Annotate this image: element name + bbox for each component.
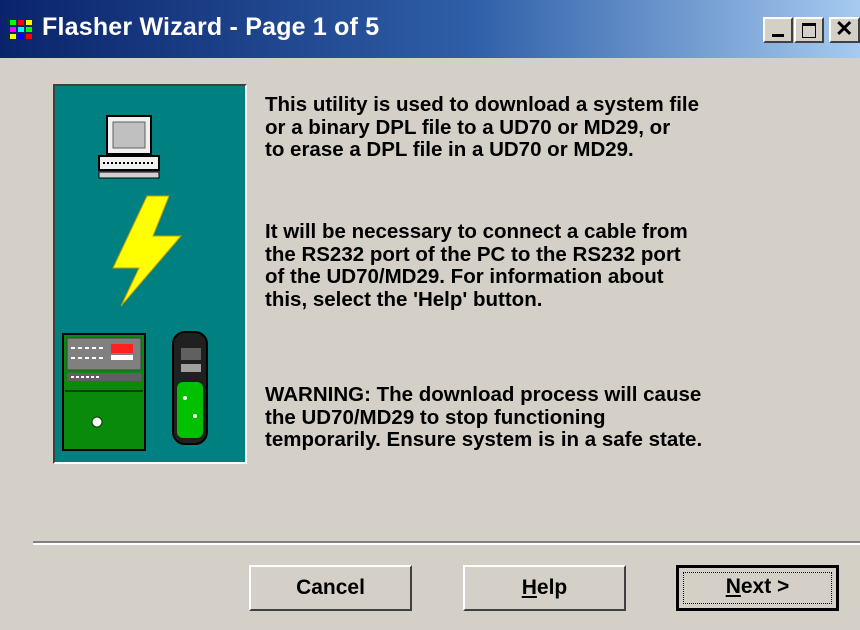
intro-line: or a binary DPL file to a UD70 or MD29, … — [265, 115, 671, 139]
warning-line: the UD70/MD29 to stop functioning — [265, 405, 606, 429]
title-bar[interactable]: Flasher Wizard - Page 1 of 5 ✕ — [0, 0, 860, 58]
cable-paragraph: It will be necessary to connect a cable … — [265, 220, 688, 311]
cancel-button[interactable]: Cancel — [249, 565, 412, 611]
cancel-label: Cancel — [296, 576, 365, 599]
wizard-illustration — [53, 84, 247, 464]
intro-paragraph: This utility is used to download a syste… — [265, 93, 699, 162]
next-button[interactable]: Next > — [676, 565, 839, 611]
intro-line: This utility is used to download a syste… — [265, 93, 699, 116]
minimize-icon — [772, 34, 784, 37]
lightning-bolt-icon — [112, 195, 183, 307]
warning-line: WARNING: The download process will cause — [265, 383, 702, 406]
app-icon — [10, 20, 32, 39]
focus-ring — [683, 572, 832, 604]
drive-module-icon — [172, 331, 208, 445]
computer-icon — [98, 115, 160, 179]
separator — [33, 541, 860, 545]
cable-line: the RS232 port of the PC to the RS232 po… — [265, 242, 681, 266]
help-label-rest: elp — [536, 576, 568, 599]
window-title: Flasher Wizard - Page 1 of 5 — [42, 13, 380, 41]
help-button[interactable]: Help — [463, 565, 626, 611]
cable-line: of the UD70/MD29. For information about — [265, 265, 664, 288]
intro-line: to erase a DPL file in a UD70 or MD29. — [265, 138, 634, 161]
close-icon: ✕ — [835, 16, 854, 41]
flasher-wizard-window: Flasher Wizard - Page 1 of 5 ✕ This util… — [0, 0, 860, 630]
cable-line: this, select the 'Help' button. — [265, 287, 543, 311]
close-button[interactable]: ✕ — [829, 17, 860, 43]
warning-line: temporarily. Ensure system is in a safe … — [265, 428, 703, 451]
drive-unit-icon — [62, 333, 146, 451]
minimize-button[interactable] — [763, 17, 793, 43]
help-mnemonic: H — [521, 576, 537, 599]
cable-line: It will be necessary to connect a cable … — [265, 220, 688, 243]
maximize-icon — [802, 23, 816, 38]
warning-paragraph: WARNING: The download process will cause… — [265, 383, 703, 452]
help-label: Help — [522, 576, 568, 599]
maximize-button[interactable] — [794, 17, 824, 43]
